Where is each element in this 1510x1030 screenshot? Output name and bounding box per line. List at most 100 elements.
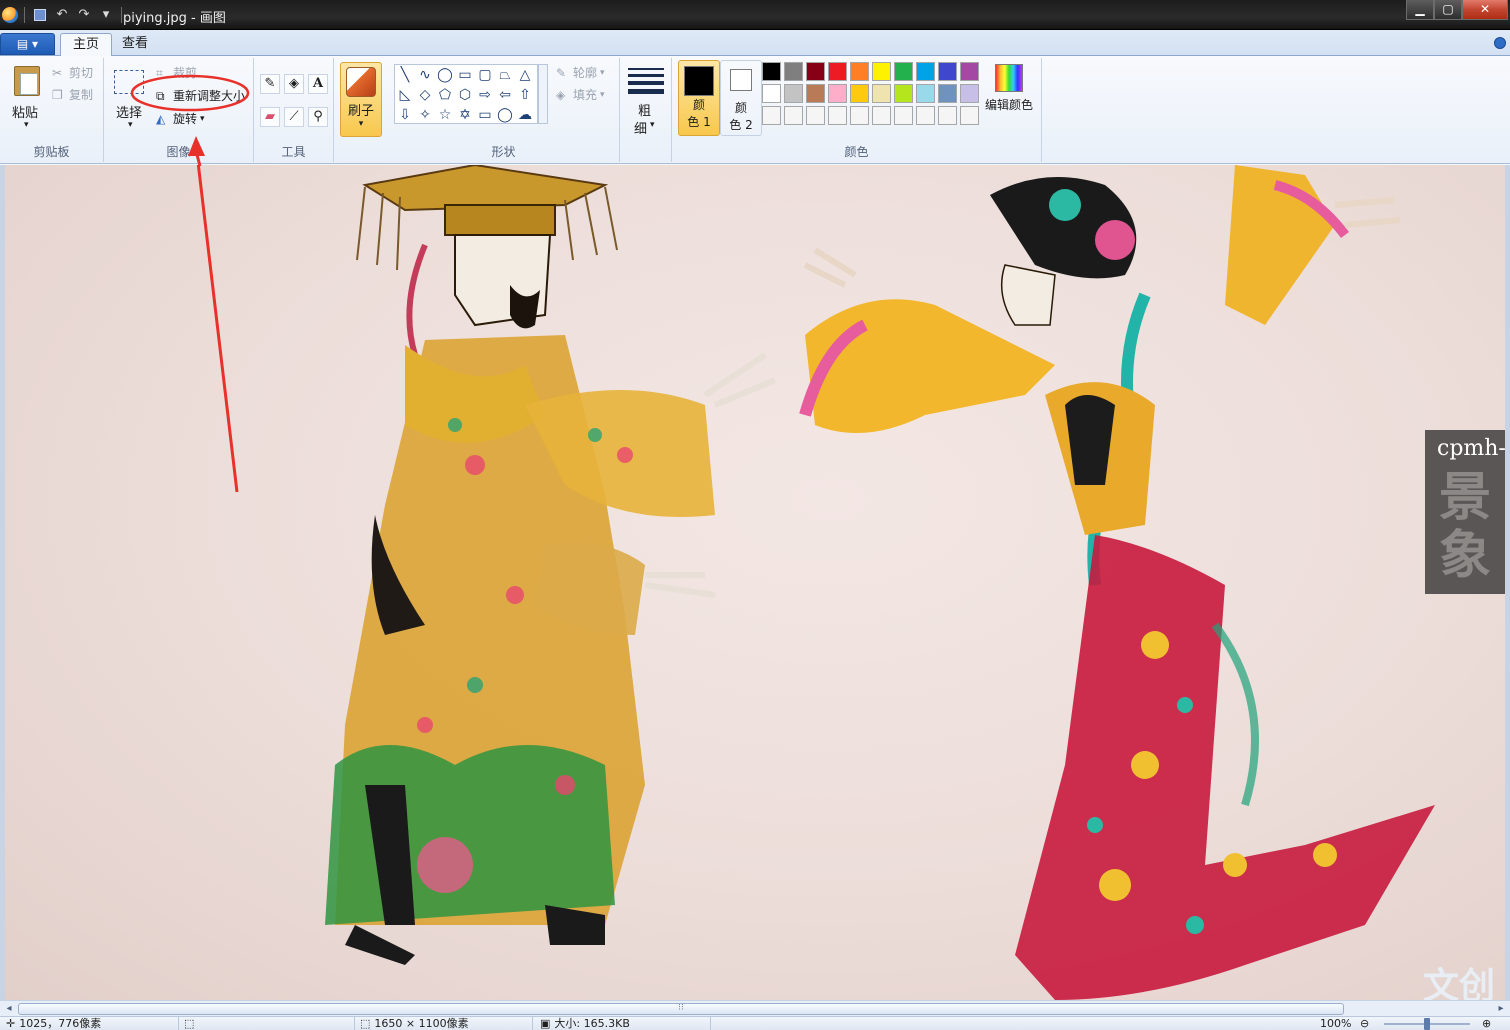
palette-swatch[interactable] xyxy=(916,106,935,125)
oval-callout-icon[interactable]: ◯ xyxy=(495,105,515,125)
watermark-text: cpmh-1 xyxy=(1437,436,1505,461)
close-button[interactable]: ✕ xyxy=(1462,0,1508,20)
diamond-shape-icon[interactable]: ◇ xyxy=(415,85,435,105)
color2-button[interactable]: 颜 色 2 xyxy=(720,60,762,136)
right-arrow-shape-icon[interactable]: ⇨ xyxy=(475,85,495,105)
four-point-star-icon[interactable]: ✧ xyxy=(415,105,435,125)
palette-swatch[interactable] xyxy=(960,106,979,125)
palette-swatch[interactable] xyxy=(894,106,913,125)
watermark-bottom: 文创 xyxy=(1423,965,1496,1000)
color1-button[interactable]: 颜 色 1 xyxy=(678,60,720,136)
palette-swatch[interactable] xyxy=(806,84,825,103)
palette-swatch[interactable] xyxy=(762,84,781,103)
five-point-star-icon[interactable]: ☆ xyxy=(435,105,455,125)
palette-swatch[interactable] xyxy=(960,62,979,81)
magnifier-icon[interactable]: ⚲ xyxy=(308,107,328,127)
scrollbar-thumb[interactable]: ⁝⁝ xyxy=(18,1003,1344,1015)
size-group[interactable]: 粗 细 ▾ xyxy=(620,58,672,162)
minimize-button[interactable]: ▁ xyxy=(1406,0,1434,20)
palette-swatch[interactable] xyxy=(806,62,825,81)
brush-icon xyxy=(346,67,376,97)
palette-swatch[interactable] xyxy=(894,84,913,103)
line-shape-icon[interactable]: ╲ xyxy=(395,65,415,85)
shapes-scroll[interactable] xyxy=(538,64,548,124)
hexagon-shape-icon[interactable]: ⬡ xyxy=(455,85,475,105)
palette-swatch[interactable] xyxy=(938,106,957,125)
ribbon-tab-row: ▤ ▾ 主页 查看 xyxy=(0,30,1510,57)
palette-swatch[interactable] xyxy=(938,84,957,103)
tab-view[interactable]: 查看 xyxy=(110,33,160,57)
help-icon[interactable] xyxy=(1494,37,1506,49)
palette-swatch[interactable] xyxy=(894,62,913,81)
toolbar-separator xyxy=(24,7,25,23)
curve-shape-icon[interactable]: ∿ xyxy=(415,65,435,85)
palette-swatch[interactable] xyxy=(850,62,869,81)
color2-label-line2: 色 2 xyxy=(729,118,753,132)
edit-colors-button[interactable]: 编辑颜色 xyxy=(984,62,1034,113)
palette-swatch[interactable] xyxy=(784,84,803,103)
fill-button[interactable]: ◈ 填充 ▾ xyxy=(556,86,605,103)
customize-qat-button[interactable]: ▾ xyxy=(97,6,115,24)
image-size-icon: ⬚ xyxy=(360,1017,371,1030)
down-arrow-shape-icon[interactable]: ⇩ xyxy=(395,105,415,125)
six-point-star-icon[interactable]: ✡ xyxy=(455,105,475,125)
cloud-callout-icon[interactable]: ☁ xyxy=(515,105,535,125)
zoom-out-icon[interactable]: ⊖ xyxy=(1360,1017,1369,1030)
palette-swatch[interactable] xyxy=(784,62,803,81)
redo-button[interactable]: ↷ xyxy=(75,6,93,24)
disk-icon: ▣ xyxy=(540,1017,551,1030)
palette-swatch[interactable] xyxy=(916,84,935,103)
maximize-button[interactable]: ▢ xyxy=(1434,0,1462,20)
annotation-ellipse xyxy=(130,74,250,112)
brushes-button[interactable]: 刷子 ▾ xyxy=(340,62,382,137)
palette-swatch[interactable] xyxy=(916,62,935,81)
horizontal-scrollbar[interactable]: ◂ ⁝⁝ ▸ xyxy=(0,1000,1510,1016)
right-triangle-shape-icon[interactable]: ◺ xyxy=(395,85,415,105)
zoom-in-icon[interactable]: ⊕ xyxy=(1482,1017,1491,1030)
left-arrow-shape-icon[interactable]: ⇦ xyxy=(495,85,515,105)
triangle-shape-icon[interactable]: △ xyxy=(515,65,535,85)
canvas-area[interactable]: cpmh-1 景 象 文创 xyxy=(0,165,1510,1000)
chevron-down-icon: ▾ xyxy=(650,120,655,130)
palette-swatch[interactable] xyxy=(828,62,847,81)
text-tool-icon[interactable]: A xyxy=(308,74,328,94)
palette-swatch[interactable] xyxy=(828,84,847,103)
oval-shape-icon[interactable]: ◯ xyxy=(435,65,455,85)
paint-menu-button[interactable]: ▤ ▾ xyxy=(0,33,55,55)
palette-swatch[interactable] xyxy=(828,106,847,125)
save-button[interactable] xyxy=(31,6,49,24)
palette-swatch[interactable] xyxy=(806,106,825,125)
palette-swatch[interactable] xyxy=(784,106,803,125)
palette-swatch[interactable] xyxy=(938,62,957,81)
lady-puppet xyxy=(799,165,1435,1000)
outline-button[interactable]: ✎ 轮廓 ▾ xyxy=(556,64,605,81)
rect-callout-icon[interactable]: ▭ xyxy=(475,105,495,125)
tab-home[interactable]: 主页 xyxy=(60,33,113,57)
palette-swatch[interactable] xyxy=(850,106,869,125)
chevron-down-icon: ▾ xyxy=(600,67,605,78)
scroll-right-icon[interactable]: ▸ xyxy=(1494,1002,1508,1016)
window-controls: ▁ ▢ ✕ xyxy=(1406,0,1508,20)
rectangle-shape-icon[interactable]: ▭ xyxy=(455,65,475,85)
scroll-left-icon[interactable]: ◂ xyxy=(2,1002,16,1016)
toolbar-separator xyxy=(121,7,122,23)
palette-swatch[interactable] xyxy=(850,84,869,103)
color1-label-line1: 颜 xyxy=(692,98,705,112)
zoom-slider-thumb[interactable] xyxy=(1424,1018,1430,1030)
color2-label-line1: 颜 xyxy=(734,101,747,115)
palette-swatch[interactable] xyxy=(872,106,891,125)
palette-swatch[interactable] xyxy=(872,62,891,81)
up-arrow-shape-icon[interactable]: ⇧ xyxy=(515,85,535,105)
pentagon-shape-icon[interactable]: ⬠ xyxy=(435,85,455,105)
polygon-shape-icon[interactable]: ⏢ xyxy=(495,65,515,85)
rounded-rect-shape-icon[interactable]: ▢ xyxy=(475,65,495,85)
annotation-arrow xyxy=(196,165,239,493)
paint-app-icon[interactable] xyxy=(2,7,18,23)
palette-swatch[interactable] xyxy=(960,84,979,103)
palette-swatch[interactable] xyxy=(872,84,891,103)
undo-button[interactable]: ↶ xyxy=(53,6,71,24)
size-label-line2: 细 xyxy=(634,122,648,137)
window-title: piying.jpg - 画图 xyxy=(123,11,226,26)
palette-swatch[interactable] xyxy=(762,62,781,81)
palette-swatch[interactable] xyxy=(762,106,781,125)
